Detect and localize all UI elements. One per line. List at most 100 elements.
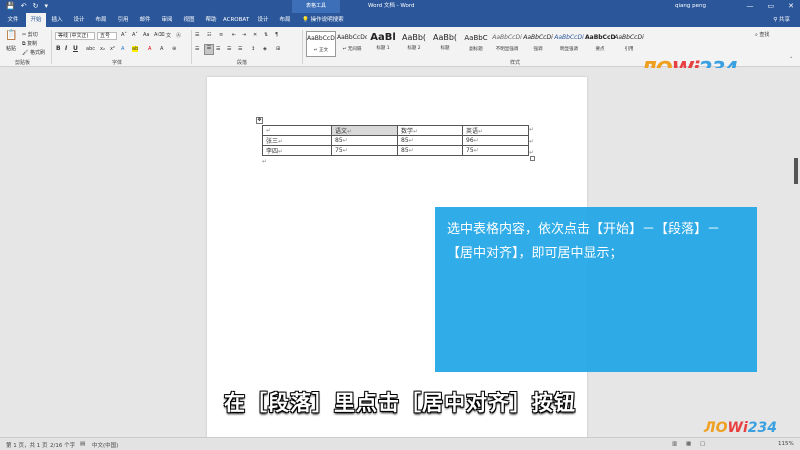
underline-button[interactable]: U: [73, 45, 78, 52]
font-shrink-icon[interactable]: A˅: [132, 32, 138, 38]
cut-button[interactable]: ✂ 剪切: [22, 31, 38, 38]
superscript-icon[interactable]: x²: [110, 46, 115, 52]
tab-insert[interactable]: 插入: [48, 13, 66, 27]
table-cell[interactable]: ↵: [262, 125, 332, 136]
decrease-indent-icon[interactable]: ⇤: [232, 32, 236, 38]
table-cell[interactable]: 85↵: [331, 135, 398, 146]
tab-home[interactable]: 开始: [26, 13, 46, 27]
change-case-icon[interactable]: Aa: [143, 32, 149, 38]
tab-acrobat[interactable]: ACROBAT: [222, 13, 250, 27]
phonetic-guide-icon[interactable]: 文: [166, 32, 171, 39]
paste-icon[interactable]: 📋: [5, 30, 17, 41]
table-cell[interactable]: 96↵: [462, 135, 529, 146]
borders-icon[interactable]: ⊞: [276, 46, 280, 52]
style-heading-2[interactable]: AaBb(标题 2: [399, 31, 429, 57]
copy-button[interactable]: ⧉ 复制: [22, 40, 37, 47]
table-move-handle[interactable]: ✥: [256, 117, 263, 124]
read-mode-icon[interactable]: ▥: [672, 441, 677, 447]
multilevel-list-icon[interactable]: ≡: [219, 32, 223, 38]
distributed-icon[interactable]: ☰: [238, 46, 242, 52]
tab-table-layout[interactable]: 布局: [276, 13, 294, 27]
tell-me-search[interactable]: 💡 操作说明搜索: [302, 13, 344, 27]
tab-view[interactable]: 视图: [180, 13, 198, 27]
format-painter-button[interactable]: 🖌 格式刷: [22, 49, 45, 56]
style-heading-1[interactable]: AaBl 标题 1: [368, 31, 398, 57]
style-quote[interactable]: AaBbCcDi 引用: [614, 31, 644, 57]
font-grow-icon[interactable]: A˄: [121, 32, 127, 38]
web-layout-icon[interactable]: ▢: [700, 441, 705, 447]
maximize-button[interactable]: ▭: [768, 0, 775, 13]
strikethrough-icon[interactable]: abc: [86, 46, 95, 52]
char-shading-icon[interactable]: A: [160, 46, 163, 52]
page-count[interactable]: 第 1 页，共 1 页: [6, 441, 48, 449]
table-resize-handle[interactable]: [530, 156, 535, 161]
tab-references[interactable]: 引用: [114, 13, 132, 27]
font-color-icon[interactable]: A: [148, 46, 151, 52]
style-subtle-emphasis[interactable]: AaBbCcDi 不明显强调: [492, 31, 522, 57]
style-strong[interactable]: AaBbCcD 要点: [585, 31, 615, 57]
numbering-icon[interactable]: ☷: [207, 32, 211, 38]
table-cell[interactable]: 英语↵: [462, 125, 529, 136]
tab-design[interactable]: 设计: [70, 13, 88, 27]
vertical-scrollbar[interactable]: [794, 158, 798, 184]
text-effects-icon[interactable]: A: [121, 46, 124, 52]
share-button[interactable]: ⚲ 共享: [773, 13, 790, 27]
tab-mailings[interactable]: 邮件: [136, 13, 154, 27]
print-layout-icon[interactable]: ▦: [686, 441, 691, 447]
line-spacing-icon[interactable]: ↕: [251, 46, 255, 52]
style-normal[interactable]: AaBbCcDd↵ 正文: [306, 31, 336, 57]
user-name[interactable]: qiang peng: [675, 0, 706, 13]
italic-button[interactable]: I: [65, 45, 67, 52]
style-subtitle[interactable]: AaBbC 副标题: [461, 31, 491, 57]
char-border-icon[interactable]: ⊕: [172, 46, 176, 52]
table-cell[interactable]: 85↵: [397, 145, 463, 156]
align-center-icon[interactable]: ☰: [204, 44, 214, 55]
customize-icon[interactable]: ▾: [44, 2, 48, 10]
table-cell[interactable]: 75↵: [462, 145, 529, 156]
table-cell[interactable]: 数学↵: [397, 125, 463, 136]
word-count[interactable]: 2/16 个字: [50, 441, 75, 449]
style-emphasis[interactable]: AaBbCcDi 强调: [523, 31, 553, 57]
justify-icon[interactable]: ☰: [227, 46, 231, 52]
undo-icon[interactable]: ↶: [21, 2, 27, 10]
style-title[interactable]: AaBb(标题: [430, 31, 460, 57]
highlight-icon[interactable]: ab: [132, 46, 139, 52]
clear-format-icon[interactable]: A⌫: [154, 32, 165, 38]
tab-layout[interactable]: 布局: [92, 13, 110, 27]
align-right-icon[interactable]: ☰: [216, 46, 220, 52]
sort-icon[interactable]: ⇅: [264, 32, 268, 38]
tab-file[interactable]: 文件: [4, 13, 22, 27]
table-cell[interactable]: 语文↵: [331, 125, 398, 136]
align-left-icon[interactable]: ☰: [195, 46, 199, 52]
chinese-layout-icon[interactable]: ✕: [253, 32, 257, 38]
table-cell[interactable]: 李四↵: [262, 145, 332, 156]
increase-indent-icon[interactable]: ⇥: [242, 32, 246, 38]
document-table[interactable]: ↵ 语文↵ 数学↵ 英语↵ 张三↵ 85↵ 85↵ 96↵ 李四↵ 75↵ 85…: [262, 125, 529, 156]
find-button[interactable]: ⌕ 查找: [755, 31, 769, 38]
style-no-spacing[interactable]: AaBbCcDd ↵ 无间隔: [337, 31, 367, 57]
table-cell[interactable]: 85↵: [397, 135, 463, 146]
minimize-button[interactable]: —: [747, 0, 754, 13]
close-button[interactable]: ✕: [788, 0, 794, 13]
proofing-icon[interactable]: ▤: [80, 441, 85, 447]
table-cell[interactable]: 75↵: [331, 145, 398, 156]
save-icon[interactable]: 💾: [6, 2, 15, 10]
enclose-char-icon[interactable]: Ⓐ: [176, 32, 181, 39]
font-size-select[interactable]: 五号: [97, 32, 117, 40]
paste-button[interactable]: 粘贴: [6, 45, 16, 52]
tab-table-design[interactable]: 设计: [254, 13, 272, 27]
zoom-level[interactable]: 115%: [778, 441, 794, 447]
collapse-ribbon-icon[interactable]: ˄: [790, 57, 793, 63]
tab-review[interactable]: 审阅: [158, 13, 176, 27]
language-indicator[interactable]: 中文(中国): [92, 441, 118, 449]
bold-button[interactable]: B: [56, 45, 61, 52]
style-intense-emphasis[interactable]: AaBbCcDi 明显强调: [554, 31, 584, 57]
bullets-icon[interactable]: ☰: [195, 32, 199, 38]
tab-help[interactable]: 帮助: [202, 13, 220, 27]
subscript-icon[interactable]: x₂: [100, 46, 105, 52]
shading-icon[interactable]: ◈: [263, 46, 267, 52]
show-marks-icon[interactable]: ¶: [275, 32, 278, 38]
redo-icon[interactable]: ↻: [33, 2, 39, 10]
table-cell[interactable]: 张三↵: [262, 135, 332, 146]
font-name-select[interactable]: 等线 (中文正): [55, 32, 95, 40]
